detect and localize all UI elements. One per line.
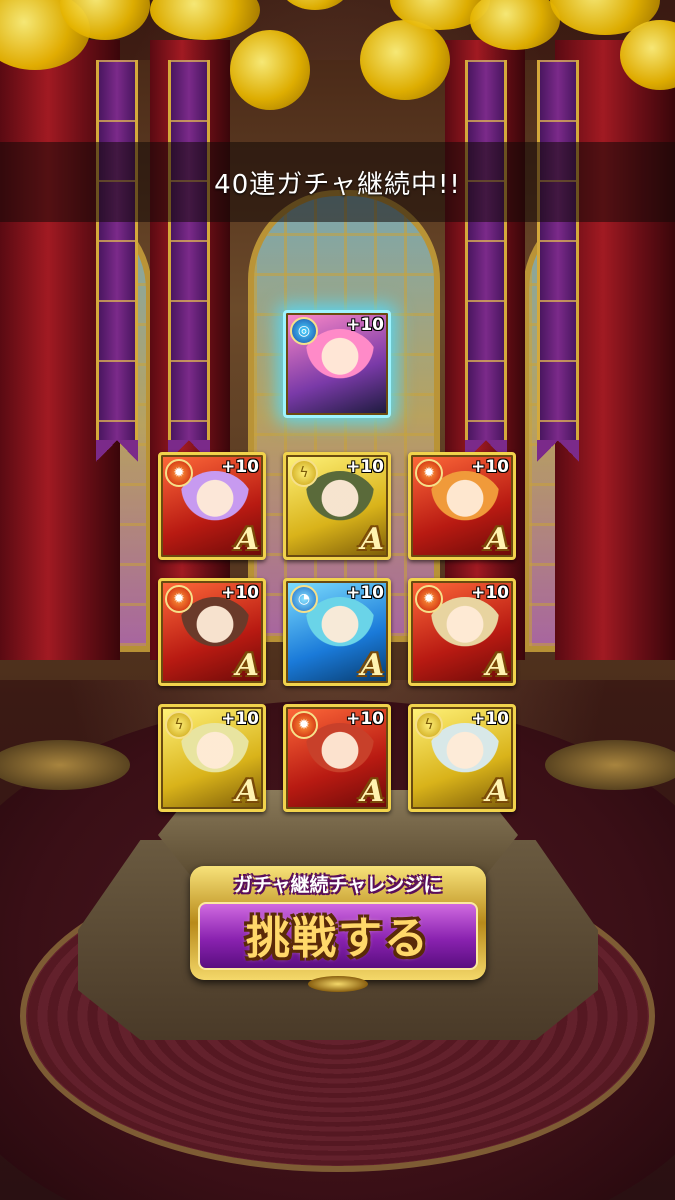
flame-icon: ✹ — [415, 585, 443, 613]
gacha-status-title: 40連ガチャ継続中!! — [214, 169, 461, 200]
flame-icon: ✹ — [415, 459, 443, 487]
plus-value: +10 — [346, 315, 384, 335]
ornament-icon — [308, 976, 368, 992]
rank-badge: A — [235, 522, 259, 557]
gacha-challenge-button[interactable]: ガチャ継続チャレンジに 挑戦する — [190, 866, 486, 992]
plus-value: +10 — [471, 583, 509, 603]
side-plate-right — [545, 740, 675, 790]
character-card[interactable]: ✹ +10 A — [408, 452, 516, 560]
golden-flowers — [0, 0, 675, 130]
character-card[interactable]: ϟ +10 A — [408, 704, 516, 812]
rank-badge: A — [485, 522, 509, 557]
challenge-label: 挑戦する — [246, 913, 430, 964]
plus-value: +10 — [346, 583, 384, 603]
plus-value: +10 — [221, 583, 259, 603]
character-card[interactable]: ϟ +10 A — [283, 452, 391, 560]
header-bar: 40連ガチャ継続中!! — [0, 142, 675, 222]
rank-badge: A — [360, 522, 384, 557]
plus-value: +10 — [221, 709, 259, 729]
rank-badge: A — [485, 774, 509, 809]
plus-value: +10 — [346, 457, 384, 477]
character-card[interactable]: ✹ +10 A — [408, 578, 516, 686]
character-card[interactable]: ✹ +10 A — [158, 452, 266, 560]
character-card[interactable]: ◔ +10 A — [283, 578, 391, 686]
featured-character-card[interactable]: ◎ +10 — [283, 310, 391, 418]
rank-badge: A — [235, 774, 259, 809]
flame-icon: ✹ — [290, 711, 318, 739]
plus-value: +10 — [221, 457, 259, 477]
bolt-icon: ϟ — [290, 459, 318, 487]
character-card[interactable]: ϟ +10 A — [158, 704, 266, 812]
bolt-icon: ϟ — [165, 711, 193, 739]
plus-value: +10 — [346, 709, 384, 729]
rank-badge: A — [235, 648, 259, 683]
challenge-subtitle: ガチャ継続チャレンジに — [233, 874, 443, 896]
character-card[interactable]: ✹ +10 A — [283, 704, 391, 812]
character-card[interactable]: ✹ +10 A — [158, 578, 266, 686]
special-ring-icon: ◎ — [290, 317, 318, 345]
rank-badge: A — [485, 648, 509, 683]
rank-badge: A — [360, 774, 384, 809]
rank-badge: A — [360, 648, 384, 683]
water-icon: ◔ — [290, 585, 318, 613]
plus-value: +10 — [471, 457, 509, 477]
flame-icon: ✹ — [165, 585, 193, 613]
bolt-icon: ϟ — [415, 711, 443, 739]
flame-icon: ✹ — [165, 459, 193, 487]
plus-value: +10 — [471, 709, 509, 729]
